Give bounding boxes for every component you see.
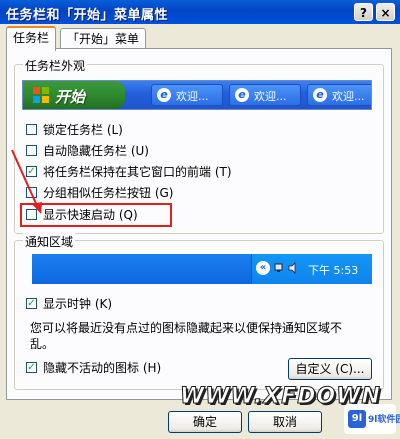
- taskbar-appearance-label: 任务栏外观: [23, 57, 88, 74]
- show-clock-label: 显示时钟 (K): [43, 297, 113, 311]
- taskbar-preview: 开始 e 欢迎... e 欢迎... e 欢迎...: [22, 80, 372, 110]
- chevron-left-icon: «: [256, 261, 270, 275]
- taskbar-button-label: 欢迎...: [254, 90, 287, 103]
- ie-icon: e: [235, 88, 249, 102]
- start-button-preview: 开始: [23, 81, 125, 109]
- hide-inactive-checkbox[interactable]: ✓: [26, 362, 37, 373]
- tab-start-menu[interactable]: 「开始」菜单: [60, 28, 147, 49]
- site-logo-icon: 9l: [348, 410, 366, 428]
- keep-on-top-label: 将任务栏保持在其它窗口的前端 (T): [43, 165, 232, 179]
- notification-description: 您可以将最近没有点过的图标隐藏起来以便保持通知区域不乱。: [30, 321, 343, 351]
- show-clock-checkbox[interactable]: ✓: [26, 298, 37, 309]
- taskbar-button-preview: e 欢迎...: [307, 84, 371, 106]
- notification-preview: « 下午 5:53: [32, 254, 372, 284]
- help-button[interactable]: ?: [354, 3, 373, 21]
- ie-icon: e: [313, 88, 327, 102]
- tab-taskbar[interactable]: 任务栏: [6, 26, 57, 51]
- windows-flag-icon: [33, 87, 49, 103]
- taskbar-button-label: 欢迎...: [332, 90, 365, 103]
- site-badge-text: 9l软件园: [368, 415, 400, 425]
- system-tray-preview: « 下午 5:53: [251, 254, 372, 284]
- annotation-arrow-icon: [11, 149, 42, 214]
- title-bar: 任务栏和「开始」菜单属性 ? ×: [0, 0, 400, 24]
- network-icon: [274, 263, 283, 272]
- notification-area-label: 通知区域: [23, 233, 76, 250]
- start-label: 开始: [55, 88, 86, 106]
- lock-taskbar-checkbox[interactable]: [26, 124, 37, 135]
- ok-button[interactable]: 确定: [168, 411, 242, 433]
- site-badge: 9l 9l软件园: [344, 404, 400, 434]
- group-buttons-label: 分组相似任务栏按钮 (G): [43, 186, 174, 200]
- taskbar-button-preview: e 欢迎...: [151, 84, 223, 106]
- customize-button[interactable]: 自定义 (C)...: [288, 358, 372, 380]
- clock-text: 下午 5:53: [308, 264, 359, 277]
- taskbar-button-label: 欢迎...: [176, 90, 209, 103]
- auto-hide-label: 自动隐藏任务栏 (U): [43, 144, 149, 158]
- close-button[interactable]: ×: [376, 3, 395, 21]
- lock-taskbar-label: 锁定任务栏 (L): [43, 123, 123, 137]
- ie-icon: e: [157, 88, 171, 102]
- window-title: 任务栏和「开始」菜单属性: [6, 8, 169, 23]
- taskbar-button-preview: e 欢迎...: [229, 84, 301, 106]
- hide-inactive-label: 隐藏不活动的图标 (H): [43, 361, 162, 375]
- speaker-icon: [288, 262, 296, 274]
- cancel-button[interactable]: 取消: [248, 411, 322, 433]
